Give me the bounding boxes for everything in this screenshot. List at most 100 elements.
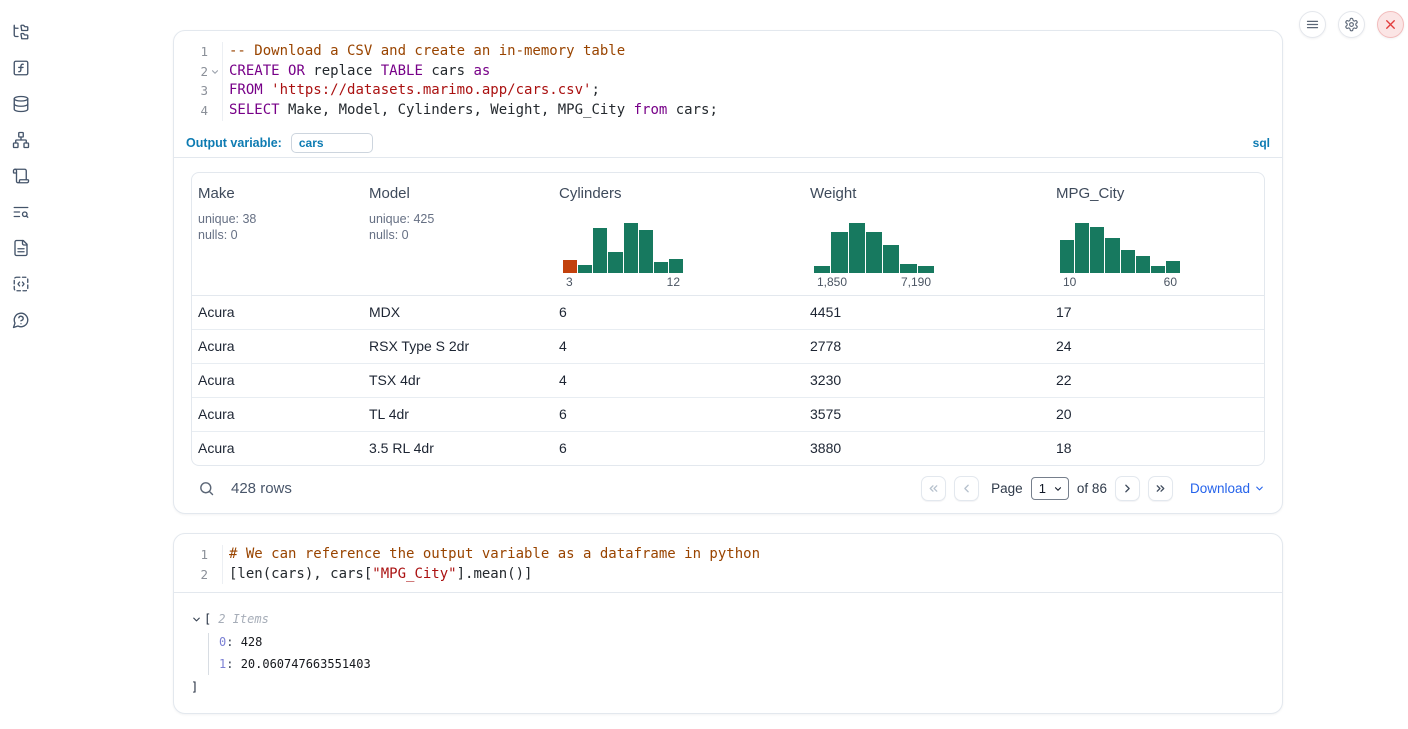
line-number: 3 [174, 81, 223, 101]
histogram-bar[interactable] [578, 265, 592, 273]
table-cell: 3880 [804, 440, 1050, 456]
table-cell: 22 [1050, 372, 1264, 388]
output-variable-input[interactable] [291, 133, 373, 153]
column-stats: unique: 425nulls: 0 [369, 211, 553, 243]
table-row[interactable]: Acura3.5 RL 4dr6388018 [192, 431, 1264, 465]
histogram-bar[interactable] [1151, 266, 1165, 273]
code-line: 2CREATE OR replace TABLE cars as [174, 62, 1282, 82]
first-page-button[interactable] [921, 476, 946, 501]
histogram-bar[interactable] [1166, 261, 1180, 273]
histogram-bar[interactable] [1121, 250, 1135, 273]
chevron-down-icon [1053, 484, 1063, 494]
histogram-bar[interactable] [883, 245, 899, 273]
column-histogram: 312 [563, 221, 683, 289]
column-header-mpg_city[interactable]: MPG_City1060 [1050, 173, 1264, 295]
histogram-bar[interactable] [639, 230, 653, 273]
tree-item-value: 428 [241, 635, 263, 649]
table-cell: TSX 4dr [363, 372, 553, 388]
table-row[interactable]: AcuraTL 4dr6357520 [192, 397, 1264, 431]
sidebar-item-scratchpad[interactable] [12, 167, 30, 185]
histogram-bar[interactable] [831, 232, 847, 273]
sidebar-item-dependencies[interactable] [12, 131, 30, 149]
sidebar-item-logs[interactable] [12, 203, 30, 221]
table-cell: Acura [192, 304, 363, 320]
histogram-bar[interactable] [654, 262, 668, 273]
page-total: of 86 [1077, 481, 1107, 496]
column-header-cylinders[interactable]: Cylinders312 [553, 173, 804, 295]
histogram-bar[interactable] [1075, 223, 1089, 273]
menu-button[interactable] [1299, 11, 1326, 38]
topbar [1299, 11, 1404, 38]
close-icon [1383, 17, 1398, 32]
histogram-bar[interactable] [1060, 240, 1074, 273]
table-row[interactable]: AcuraTSX 4dr4323022 [192, 363, 1264, 397]
text-search-icon [12, 203, 30, 221]
table-cell: 3575 [804, 406, 1050, 422]
column-header-make[interactable]: Makeunique: 38nulls: 0 [192, 173, 363, 295]
sidebar-item-snippets[interactable] [12, 275, 30, 293]
histogram-bar[interactable] [608, 252, 622, 273]
code-snippet-icon [12, 275, 30, 293]
histogram-bar[interactable] [1105, 238, 1119, 273]
column-stat: nulls: 0 [198, 227, 363, 243]
histogram-bar[interactable] [563, 260, 577, 273]
table-cell: Acura [192, 338, 363, 354]
histogram-bar[interactable] [1136, 256, 1150, 273]
chevrons-left-icon [927, 482, 940, 495]
gear-icon [1344, 17, 1359, 32]
shutdown-button[interactable] [1377, 11, 1404, 38]
folder-tree-icon [12, 23, 30, 41]
sidebar-item-help[interactable] [12, 311, 30, 329]
table-cell: MDX [363, 304, 553, 320]
table-cell: 3230 [804, 372, 1050, 388]
next-page-button[interactable] [1115, 476, 1140, 501]
table-row[interactable]: AcuraRSX Type S 2dr4277824 [192, 329, 1264, 363]
histogram-bar[interactable] [849, 223, 865, 273]
chevron-down-icon [191, 614, 202, 625]
tree-item-value: 20.060747663551403 [241, 657, 371, 671]
tree-close-bracket: ] [191, 676, 1265, 698]
histogram-bar[interactable] [866, 232, 882, 273]
prev-page-button[interactable] [954, 476, 979, 501]
fold-toggle[interactable] [210, 67, 220, 77]
histogram-bar[interactable] [918, 266, 934, 273]
table-row[interactable]: AcuraMDX6445117 [192, 296, 1264, 329]
tree-item: 0: 428 [191, 631, 1265, 653]
page-select[interactable]: 1 [1031, 477, 1069, 500]
histogram-bar[interactable] [593, 228, 607, 273]
output-variable-label: Output variable: [186, 136, 282, 150]
histogram-bar[interactable] [900, 264, 916, 273]
help-bubble-icon [12, 311, 30, 329]
table-cell: RSX Type S 2dr [363, 338, 553, 354]
histogram-bar[interactable] [669, 259, 683, 273]
download-button[interactable]: Download [1190, 481, 1265, 496]
histogram-bar[interactable] [1090, 227, 1104, 273]
table-cell: 2778 [804, 338, 1050, 354]
sql-code-editor[interactable]: 1-- Download a CSV and create an in-memo… [174, 31, 1282, 129]
table-cell: 20 [1050, 406, 1264, 422]
sql-cell: 1-- Download a CSV and create an in-memo… [173, 30, 1283, 514]
tree-item-colon: : [226, 635, 240, 649]
column-header-model[interactable]: Modelunique: 425nulls: 0 [363, 173, 553, 295]
sidebar-item-data-sources[interactable] [12, 95, 30, 113]
tree-root[interactable]: [ 2 Items [191, 608, 1265, 630]
column-header-weight[interactable]: Weight1,8507,190 [804, 173, 1050, 295]
sidebar-item-documentation[interactable] [12, 239, 30, 257]
table-cell: 4 [553, 338, 804, 354]
code-line: 1-- Download a CSV and create an in-memo… [174, 42, 1282, 62]
sidebar-item-file-explorer[interactable] [12, 23, 30, 41]
settings-button[interactable] [1338, 11, 1365, 38]
last-page-button[interactable] [1148, 476, 1173, 501]
page-label: Page [991, 481, 1023, 496]
column-name: Weight [810, 185, 1050, 202]
tree-indent-guide [208, 633, 209, 675]
search-icon[interactable] [198, 480, 215, 497]
python-code-editor[interactable]: 1# We can reference the output variable … [174, 534, 1282, 592]
tree-item: 1: 20.060747663551403 [191, 653, 1265, 675]
sidebar-item-functions[interactable] [12, 59, 30, 77]
table-header-row: Makeunique: 38nulls: 0Modelunique: 425nu… [192, 173, 1264, 296]
histogram-bars [814, 221, 934, 273]
histogram-bar[interactable] [814, 266, 830, 273]
chevron-right-icon [1121, 482, 1134, 495]
histogram-bar[interactable] [624, 223, 638, 273]
